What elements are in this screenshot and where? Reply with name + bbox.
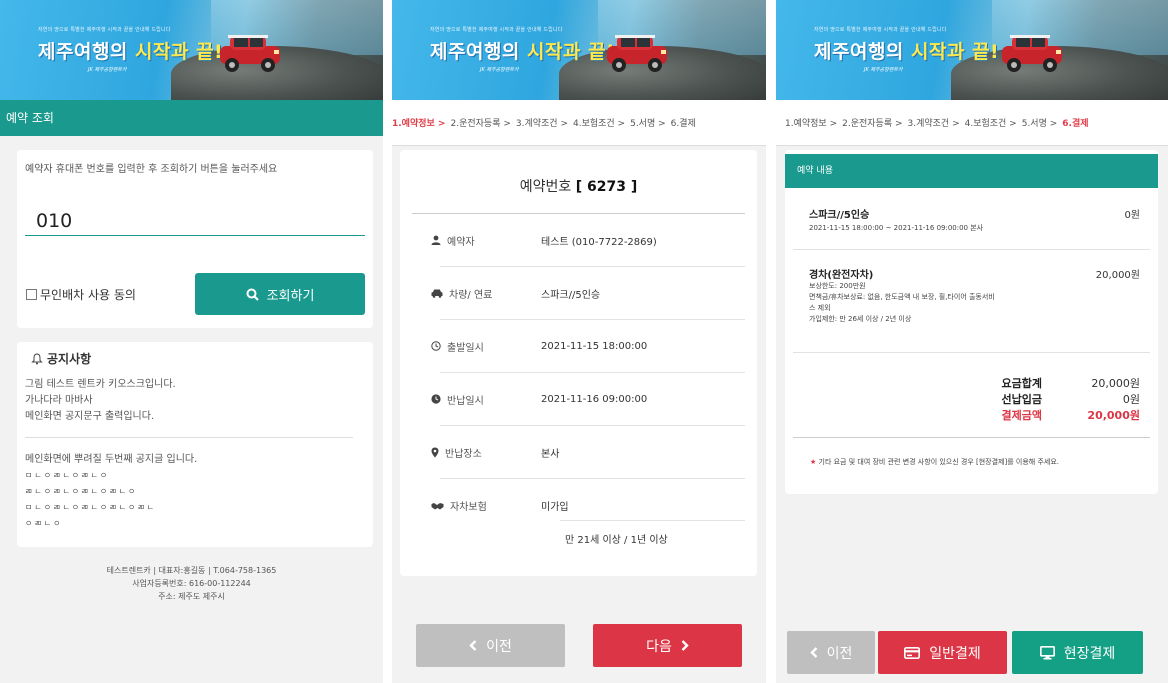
- reservation-number: 예약번호 [ 6273 ]: [519, 179, 638, 195]
- credit-card-icon: [904, 646, 921, 659]
- step-5: 5.서명 >: [630, 119, 666, 129]
- lookup-instruction: 예약자 휴대폰 번호를 입력한 후 조회하기 버튼을 눌러주세요: [25, 164, 278, 175]
- vehicle-value: 스파크//5인승: [541, 289, 601, 301]
- payment-panel: 자연의 땅으로 특별한 제주여행 시작과 끝을 안내해 드립니다 제주여행의 시…: [776, 0, 1168, 683]
- notice-text-2: 메인화면에 뿌려질 두번째 공지글 입니다. ㅁㄴㅇㄻㄴㅇㄻㄴㅇ ㄻㄴㅇㄻㄴㅇㄻ…: [25, 454, 198, 528]
- return-place-value: 본사: [541, 448, 560, 460]
- row-return-place: 반납장소 본사: [431, 426, 745, 479]
- banner: 자연의 땅으로 특별한 제주여행 시작과 끝을 안내해 드립니다 제주여행의 시…: [0, 0, 383, 100]
- row-departure: 출발일시 2021-11-15 18:00:00: [431, 320, 745, 373]
- step-4: 4.보험조건 >: [572, 119, 626, 129]
- reservation-summary-card: 예약 내용 스파크//5인승 0원 2021-11-15 18:00:00 ~ …: [785, 150, 1158, 494]
- row-vehicle: 차량/ 연료 스파크//5인승: [431, 267, 745, 320]
- lookup-card: 예약자 휴대폰 번호를 입력한 후 조회하기 버튼을 눌러주세요 010 무인배…: [17, 150, 373, 328]
- summary-payment: 결제금액 20,000원: [1001, 409, 1140, 422]
- chevron-left-icon: [809, 647, 817, 658]
- red-car-image: [1001, 35, 1062, 72]
- vehicle-name: 스파크//5인승: [809, 210, 870, 221]
- vehicle-price: 0원: [1124, 210, 1140, 221]
- insurance-price: 20,000원: [1095, 270, 1140, 281]
- prev-button[interactable]: 이전: [416, 624, 565, 667]
- step-3: 3.계약조건 >: [907, 119, 960, 129]
- row-reserver: 예약자 테스트 (010-7722-2869): [431, 214, 745, 267]
- vehicle-schedule: 2021-11-15 18:00:00 ~ 2021-11-16 09:00:0…: [809, 224, 984, 232]
- star-icon: ★: [810, 458, 817, 466]
- notice-title: 공지사항: [31, 350, 91, 367]
- banner: 자연의 땅으로 특별한 제주여행 시작과 끝을 안내해 드립니다 제주여행의 시…: [392, 0, 766, 100]
- clock-outline-icon: [431, 341, 441, 351]
- next-button[interactable]: 다음: [593, 624, 742, 667]
- step-indicator: 1.예약정보 > 2.운전자등록 > 3.계약조건 > 4.보험조건 > 5.서…: [776, 100, 1168, 146]
- step-indicator: 1.예약정보 > 2.운전자등록 > 3.계약조건 > 4.보험조건 > 5.서…: [392, 100, 766, 146]
- step-1: 1.예약정보 >: [392, 119, 446, 129]
- prev-button[interactable]: 이전: [787, 631, 875, 674]
- red-car-image: [220, 35, 281, 72]
- divider: [793, 437, 1150, 438]
- banner-logo: JK 제주공항렌트카: [864, 67, 903, 73]
- map-marker-icon: [431, 447, 439, 457]
- handshake-icon: [431, 502, 444, 509]
- reserver-value: 테스트 (010-7722-2869): [541, 236, 657, 248]
- car-icon: [431, 289, 443, 298]
- payment-note: ★ 기타 요금 및 대여 장비 관련 변경 사항이 있으신 경우 [현장결제]를…: [810, 458, 1059, 466]
- search-button[interactable]: 조회하기: [195, 273, 365, 315]
- step-1: 1.예약정보 >: [785, 119, 838, 129]
- banner: 자연의 땅으로 특별한 제주여행 시작과 끝을 안내해 드립니다 제주여행의 시…: [776, 0, 1168, 100]
- row-return: 반납일시 2021-11-16 09:00:00: [431, 373, 745, 426]
- red-car-image: [607, 35, 668, 72]
- chevron-right-icon: [681, 640, 689, 651]
- user-icon: [431, 235, 441, 245]
- banner-logo: JK 제주공항렌트카: [480, 67, 519, 73]
- banner-logo: JK 제주공항렌트카: [88, 67, 127, 73]
- onsite-payment-button[interactable]: 현장결제: [1012, 631, 1143, 674]
- reservation-info-panel: 자연의 땅으로 특별한 제주여행 시작과 끝을 안내해 드립니다 제주여행의 시…: [392, 0, 766, 683]
- step-6: 6.결제: [1062, 119, 1089, 129]
- monitor-icon: [1039, 645, 1055, 659]
- search-icon: [246, 288, 259, 301]
- reservation-lookup-panel: 자연의 땅으로 특별한 제주여행 시작과 끝을 안내해 드립니다 제주여행의 시…: [0, 0, 383, 683]
- insurance-condition: 만 21세 이상 / 1년 이상: [560, 520, 745, 556]
- search-button-label: 조회하기: [266, 288, 315, 304]
- agree-label: 무인배차 사용 동의: [40, 288, 136, 302]
- banner-small-text: 자연의 땅으로 특별한 제주여행 시작과 끝을 안내해 드립니다: [38, 27, 171, 33]
- bell-icon: [31, 352, 43, 364]
- clock-icon: [431, 394, 441, 404]
- summary-prepaid: 선납입금 0원: [1001, 393, 1140, 406]
- insurance-details: 보상한도: 200만원 면책금/휴차보상료: 없음, 한도금액 내 보장, 휠,…: [809, 282, 995, 323]
- return-value: 2021-11-16 09:00:00: [541, 393, 648, 405]
- insurance-name: 경차(완전자차): [809, 270, 874, 281]
- chevron-left-icon: [469, 640, 477, 651]
- departure-value: 2021-11-15 18:00:00: [541, 340, 648, 352]
- reservation-detail-card: 예약번호 [ 6273 ] 예약자 테스트 (010-7722-2869) 차량…: [400, 150, 757, 576]
- page-header: 예약 조회: [0, 100, 383, 136]
- step-6: 6.결제: [670, 119, 696, 129]
- step-2: 2.운전자등록 >: [842, 119, 903, 129]
- summary-total: 요금합계 20,000원: [1001, 377, 1140, 390]
- company-footer: 테스트렌트카 | 대표자:홍길동 | T.064-758-1365 사업자등록번…: [106, 566, 277, 601]
- summary-header: 예약 내용: [785, 154, 1158, 188]
- banner-title: 제주여행의 시작과 끝!: [430, 41, 616, 63]
- step-4: 4.보험조건 >: [964, 119, 1017, 129]
- step-2: 2.운전자등록 >: [450, 119, 511, 129]
- vehicle-item: 스파크//5인승 0원 2021-11-15 18:00:00 ~ 2021-1…: [793, 188, 1150, 250]
- unmanned-dispatch-agree[interactable]: 무인배차 사용 동의: [26, 286, 136, 303]
- insurance-value: 미가입: [541, 502, 569, 513]
- notice-card: 공지사항 그림 테스트 렌트카 키오스크입니다. 가나다라 마바사 메인화면 공…: [17, 342, 373, 547]
- step-3: 3.계약조건 >: [515, 119, 568, 129]
- divider: [25, 437, 353, 438]
- banner-title: 제주여행의 시작과 끝!: [814, 41, 1000, 63]
- agree-checkbox[interactable]: [26, 289, 37, 300]
- phone-input[interactable]: 010: [25, 208, 365, 236]
- card-payment-button[interactable]: 일반결제: [878, 631, 1007, 674]
- step-5: 5.서명 >: [1021, 119, 1058, 129]
- banner-small-text: 자연의 땅으로 특별한 제주여행 시작과 끝을 안내해 드립니다: [814, 27, 947, 33]
- banner-small-text: 자연의 땅으로 특별한 제주여행 시작과 끝을 안내해 드립니다: [430, 27, 563, 33]
- insurance-item: 경차(완전자차) 20,000원 보상한도: 200만원 면책금/휴차보상료: …: [793, 250, 1150, 353]
- payment-summary: 요금합계 20,000원 선납입금 0원 결제금액 20,000원: [972, 376, 1140, 424]
- notice-text-1: 그림 테스트 렌트카 키오스크입니다. 가나다라 마바사 메인화면 공지문구 출…: [25, 379, 176, 422]
- banner-title: 제주여행의 시작과 끝!: [38, 41, 224, 63]
